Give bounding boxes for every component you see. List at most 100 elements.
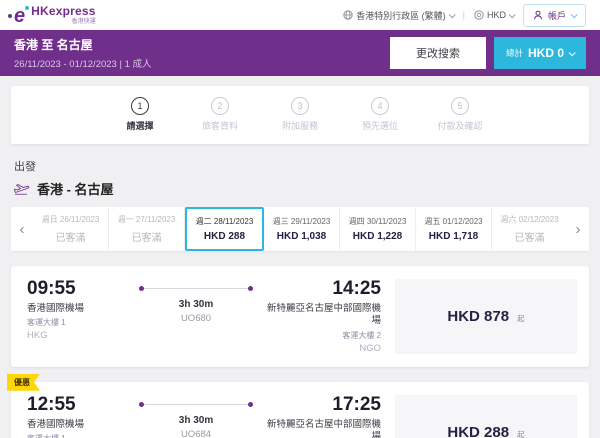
arrival-info: 17:25 新特麗亞名古屋中部國際機場 客運大樓 2 NGO — [259, 395, 381, 438]
destination-dot-icon — [248, 401, 253, 407]
fare-from-label: 起 — [517, 429, 525, 438]
flight-result-card[interactable]: 優惠 12:55 香港國際機場 客運大樓 1 HKG 3h 30m UO684 … — [11, 382, 589, 438]
hkexpress-logo-icon: e — [7, 5, 30, 27]
fare-from-label: 起 — [517, 313, 525, 323]
flight-path-line — [144, 403, 248, 405]
date-tab[interactable]: 週一 27/11/2023 已客滿 — [109, 207, 185, 251]
chevron-down-icon — [508, 10, 516, 18]
date-tab-day: 週五 01/12/2023 — [424, 217, 483, 226]
date-tab-value: HKD 1,038 — [276, 231, 327, 242]
date-tab-day: 週四 30/11/2023 — [348, 217, 407, 226]
total-value: HKD 0 — [527, 46, 564, 60]
plane-icon — [14, 183, 30, 195]
step-label: 預先選位 — [361, 121, 398, 131]
trip-dates: 26/11/2023 - 01/12/2023 | 1 成人 — [14, 59, 152, 70]
total-price-button[interactable]: 總計 HKD 0 — [493, 37, 586, 69]
fare-price: HKD 288 起 — [447, 424, 524, 438]
flight-segment-info: 3h 30m UO684 — [133, 395, 259, 438]
date-tab[interactable]: 週三 29/11/2023 HKD 1,038 — [264, 207, 340, 251]
step-number: 1 — [131, 97, 149, 115]
date-tab-value: HKD 288 — [203, 231, 246, 242]
step-number: 4 — [371, 97, 389, 115]
route-title: 香港 - 名古屋 — [14, 179, 586, 198]
step-label: 請選擇 — [126, 121, 154, 131]
step-number: 2 — [211, 97, 229, 115]
trip-summary-bar: 香港 至 名古屋 26/11/2023 - 01/12/2023 | 1 成人 … — [0, 30, 600, 76]
departure-code: HKG — [27, 330, 48, 342]
arrival-airport: 新特麗亞名古屋中部國際機場 — [266, 303, 381, 327]
step-number: 5 — [451, 97, 469, 115]
date-tab-day: 週二 28/11/2023 — [195, 217, 254, 226]
change-search-button[interactable]: 更改搜索 — [389, 37, 486, 69]
chevron-left-icon[interactable]: ‹ — [11, 207, 33, 251]
date-tab-value: 已客滿 — [514, 233, 545, 244]
date-tab-value: 已客滿 — [55, 233, 86, 244]
arrival-terminal: 客運大樓 2 — [342, 330, 381, 340]
region-selector[interactable]: 香港特別行政區 (繁體) — [343, 9, 456, 22]
date-tab-value: 已客滿 — [131, 233, 162, 244]
date-tab[interactable]: 週五 01/12/2023 HKD 1,718 — [416, 207, 492, 251]
coin-icon — [474, 10, 484, 20]
departure-time: 09:55 — [27, 278, 76, 299]
date-tab-day: 週日 26/11/2023 — [41, 215, 100, 224]
flight-number: UO684 — [180, 428, 212, 438]
trip-route: 香港 至 名古屋 — [14, 38, 93, 52]
date-tab-day: 週六 02/12/2023 — [500, 215, 559, 224]
booking-stepper: 1 請選擇 2 旅客資料 3 附加服務 4 預先選位 5 付款及確認 — [11, 86, 589, 144]
direction-label: 出發 — [14, 161, 36, 173]
fare-price-button[interactable]: HKD 878 起 — [395, 279, 577, 354]
arrival-time: 17:25 — [332, 393, 381, 415]
total-label: 總計 — [505, 48, 523, 58]
departure-time: 12:55 — [27, 393, 76, 415]
flight-result-card[interactable]: 09:55 香港國際機場 客運大樓 1 HKG 3h 30m UO680 14:… — [11, 266, 589, 367]
date-tab[interactable]: 週六 02/12/2023 已客滿 — [492, 207, 567, 251]
date-tab[interactable]: 週日 26/11/2023 已客滿 — [33, 207, 109, 251]
flight-duration: 3h 30m — [178, 414, 214, 426]
chevron-down-icon — [448, 10, 456, 18]
flight-duration: 3h 30m — [178, 299, 214, 310]
date-tab[interactable]: 週四 30/11/2023 HKD 1,228 — [340, 207, 416, 251]
step-select-flight[interactable]: 1 請選擇 — [112, 97, 168, 132]
brand-subtitle: 香港快運 — [71, 19, 96, 25]
hkexpress-logo[interactable]: e HKexpress 香港快運 — [7, 4, 96, 27]
chevron-right-icon[interactable]: › — [567, 207, 589, 251]
fare-price-button[interactable]: HKD 288 起 — [395, 394, 577, 438]
destination-dot-icon — [248, 286, 253, 291]
step-passenger-info: 2 旅客資料 — [192, 97, 248, 132]
arrival-info: 14:25 新特麗亞名古屋中部國際機場 客運大樓 2 NGO — [259, 279, 381, 354]
flight-path-line — [144, 288, 248, 289]
step-payment: 5 付款及確認 — [432, 97, 488, 132]
date-tab-day: 週三 29/11/2023 — [272, 217, 331, 226]
divider: | — [462, 10, 465, 20]
arrival-code: NGO — [359, 342, 381, 354]
arrival-airport: 新特麗亞名古屋中部國際機場 — [266, 418, 381, 438]
flight-number: UO680 — [180, 313, 212, 324]
step-label: 旅客資料 — [201, 121, 238, 131]
departure-airport: 香港國際機場 — [27, 303, 85, 314]
date-tab-value: HKD 1,718 — [428, 231, 479, 242]
currency-label: HKD — [486, 10, 506, 20]
flight-segment-info: 3h 30m UO680 — [133, 279, 259, 324]
account-label: 帳戶 — [547, 10, 566, 21]
chevron-down-icon — [568, 48, 576, 56]
region-label: 香港特別行政區 (繁體) — [356, 10, 446, 21]
fare-price-value: HKD 288 — [447, 423, 510, 438]
site-header: e HKexpress 香港快運 香港特別行政區 (繁體) | HKD 帳戶 — [0, 0, 600, 30]
account-button[interactable]: 帳戶 — [522, 3, 586, 27]
date-tab-value: HKD 1,228 — [352, 231, 403, 242]
date-carousel: ‹ 週日 26/11/2023 已客滿 週一 27/11/2023 已客滿 週二… — [11, 207, 589, 251]
step-addons: 3 附加服務 — [272, 97, 328, 132]
chevron-down-icon — [570, 10, 578, 18]
departure-info: 12:55 香港國際機場 客運大樓 1 HKG — [27, 395, 133, 438]
globe-icon — [343, 10, 353, 20]
currency-selector[interactable]: HKD — [474, 10, 516, 20]
step-seat-selection: 4 預先選位 — [352, 97, 408, 132]
departure-info: 09:55 香港國際機場 客運大樓 1 HKG — [27, 279, 133, 341]
date-tab-day: 週一 27/11/2023 — [117, 215, 176, 224]
date-tab-selected[interactable]: 週二 28/11/2023 HKD 288 — [185, 207, 264, 251]
departure-terminal: 客運大樓 1 — [27, 318, 66, 328]
arrival-time: 14:25 — [332, 278, 381, 299]
brand-name: HKexpress — [31, 4, 96, 18]
route-line — [139, 286, 253, 291]
fare-price-value: HKD 878 — [447, 307, 510, 325]
